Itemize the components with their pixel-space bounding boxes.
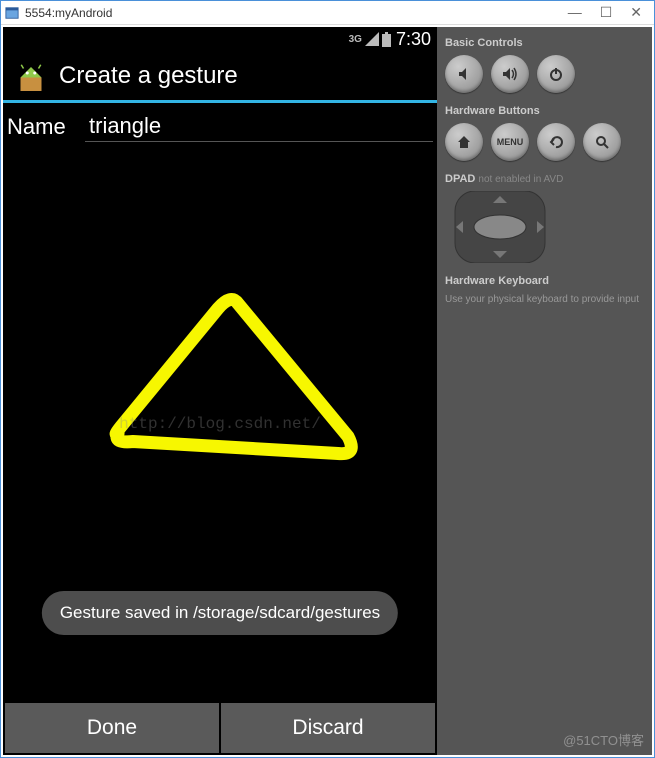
close-button[interactable]: ✕ <box>630 4 642 21</box>
volume-down-button[interactable] <box>445 55 483 93</box>
network-3g-label: 3G <box>349 34 362 45</box>
home-button[interactable] <box>445 123 483 161</box>
battery-icon <box>382 32 391 47</box>
volume-up-button[interactable] <box>491 55 529 93</box>
dpad-section: DPAD not enabled in AVD <box>445 173 644 185</box>
emulator-side-panel: Basic Controls Hardware Buttons MENU <box>437 27 652 755</box>
action-bar: Create a gesture <box>3 51 437 103</box>
name-row: Name <box>3 103 437 146</box>
keyboard-title: Hardware Keyboard <box>445 275 644 287</box>
clock: 7:30 <box>396 29 431 50</box>
dpad-note: not enabled in AVD <box>478 174 563 185</box>
dpad-label: DPAD <box>445 173 475 185</box>
keyboard-note: Use your physical keyboard to provide in… <box>445 293 644 306</box>
window-titlebar: 5554:myAndroid — ☐ ✕ <box>1 1 654 25</box>
toast-message: Gesture saved in /storage/sdcard/gesture… <box>42 591 398 635</box>
back-button[interactable] <box>537 123 575 161</box>
android-app-icon <box>13 58 49 94</box>
signal-icon <box>365 32 379 46</box>
phone-screen: 3G 7:30 Create a gesture <box>3 27 437 755</box>
hardware-buttons-title: Hardware Buttons <box>445 105 644 117</box>
search-button[interactable] <box>583 123 621 161</box>
power-button[interactable] <box>537 55 575 93</box>
app-window-icon <box>5 6 19 20</box>
minimize-button[interactable]: — <box>568 4 582 21</box>
hardware-buttons-row: MENU <box>445 123 644 161</box>
done-button[interactable]: Done <box>5 703 219 753</box>
button-bar: Done Discard <box>3 701 437 755</box>
page-title: Create a gesture <box>59 62 238 90</box>
window-title: 5554:myAndroid <box>25 6 112 20</box>
emulator-window: 5554:myAndroid — ☐ ✕ 3G 7:30 <box>0 0 655 758</box>
discard-button[interactable]: Discard <box>221 703 435 753</box>
name-label: Name <box>7 114 85 140</box>
window-controls: — ☐ ✕ <box>568 4 650 21</box>
gesture-canvas[interactable]: http://blog.csdn.net/ Gesture saved in /… <box>3 146 437 701</box>
basic-controls-row <box>445 55 644 93</box>
name-input[interactable] <box>85 111 433 142</box>
content-area: 3G 7:30 Create a gesture <box>1 25 654 757</box>
dpad-control <box>445 191 555 263</box>
android-statusbar: 3G 7:30 <box>3 27 437 51</box>
maximize-button[interactable]: ☐ <box>600 4 613 21</box>
attribution-text: @51CTO博客 <box>563 730 644 749</box>
menu-button[interactable]: MENU <box>491 123 529 161</box>
basic-controls-title: Basic Controls <box>445 37 644 49</box>
